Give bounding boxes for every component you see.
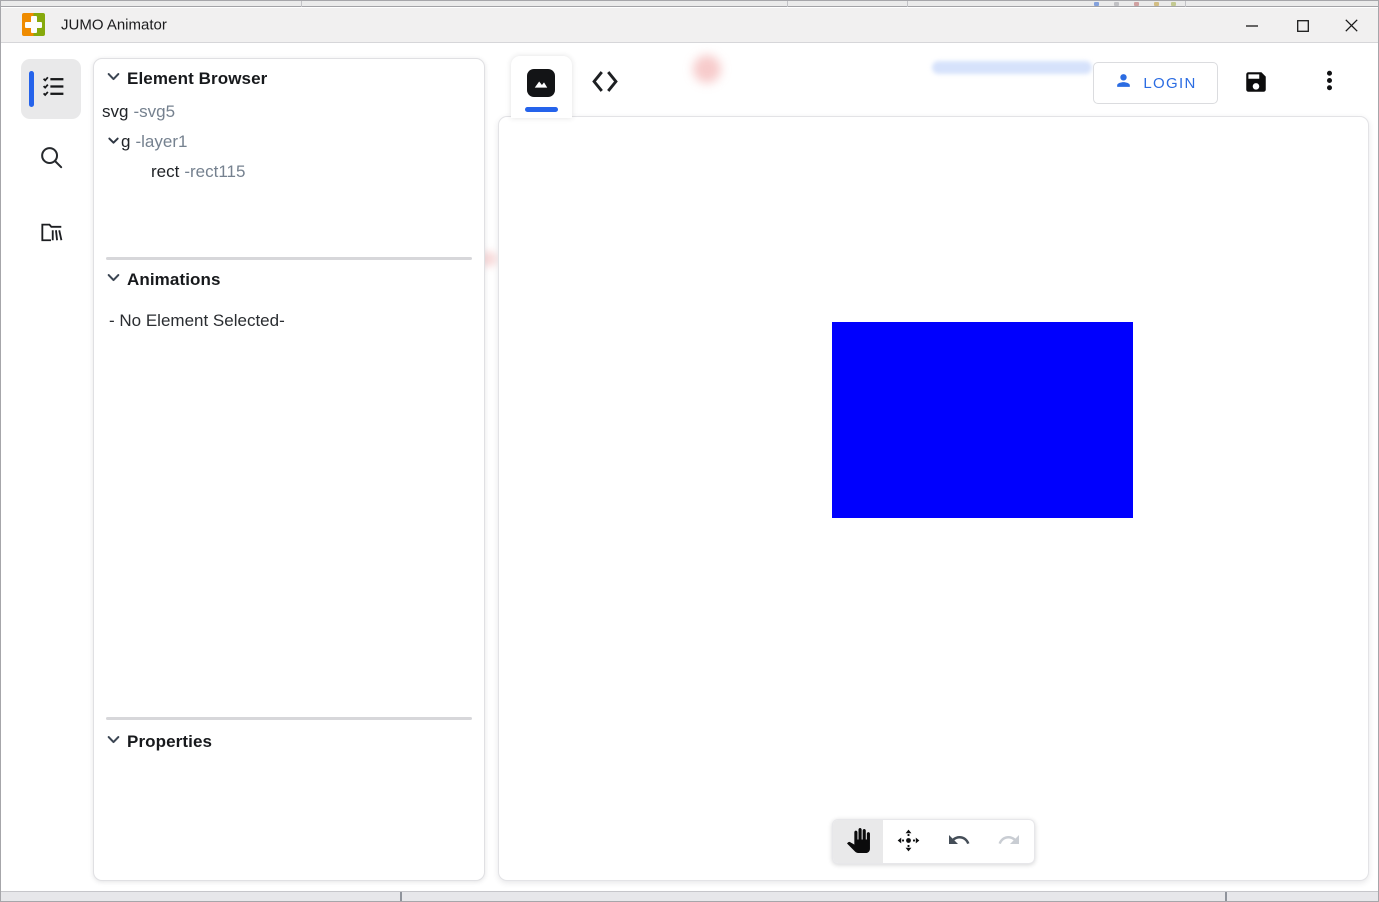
sliver-icon: [1134, 2, 1139, 6]
kebab-menu-icon: [1317, 68, 1342, 98]
strip-divider: [1225, 892, 1227, 901]
pan-tool-button[interactable]: [833, 820, 884, 863]
checklist-icon: [36, 74, 67, 104]
app-plus-logo-icon: [22, 13, 45, 36]
tree-node-tag: g: [121, 132, 131, 151]
chevron-down-icon: [107, 132, 120, 152]
svg-rect-element[interactable]: [832, 322, 1133, 518]
animations-empty-text: - No Element Selected-: [109, 311, 285, 330]
tree-node-g[interactable]: g -layer1: [107, 130, 187, 154]
animations-title: Animations: [127, 270, 221, 289]
canvas-toolbar: [832, 819, 1035, 864]
tab-code-view[interactable]: [586, 66, 624, 102]
sliver-icon: [1114, 2, 1119, 6]
undo-icon: [947, 828, 971, 855]
sidebar-item-search[interactable]: [21, 130, 81, 190]
element-browser-title: Element Browser: [127, 69, 268, 88]
sliver-icon: [1171, 2, 1176, 6]
move-arrows-icon: [896, 828, 921, 856]
tree-node-tag: svg: [102, 102, 129, 121]
login-button[interactable]: LOGIN: [1093, 62, 1218, 104]
animations-header[interactable]: Animations: [106, 270, 221, 290]
tree-node-id: -svg5: [133, 102, 176, 121]
redo-icon: [997, 828, 1021, 855]
login-label: LOGIN: [1143, 74, 1197, 92]
background-artifact: [932, 61, 1092, 74]
background-artifact: [693, 55, 721, 83]
window-title: JUMO Animator: [61, 16, 167, 34]
background-app-sliver: [1, 1, 1378, 7]
save-icon: [1243, 69, 1269, 100]
sliver-icon: [1094, 2, 1099, 6]
hand-icon: [846, 827, 871, 856]
chevron-down-icon: [106, 270, 121, 290]
kebab-menu-button[interactable]: [1316, 70, 1342, 96]
sidebar-rail: [1, 44, 93, 889]
strip-divider: [400, 892, 402, 901]
sliver-divider: [1185, 1, 1186, 7]
search-icon: [38, 144, 65, 176]
section-divider: [106, 717, 472, 720]
tree-node-tag: rect: [151, 162, 180, 181]
properties-header[interactable]: Properties: [106, 732, 212, 752]
tree-node-id: -rect115: [184, 162, 246, 181]
maximize-button[interactable]: [1280, 8, 1326, 43]
save-button[interactable]: [1241, 69, 1271, 99]
undo-button[interactable]: [934, 820, 984, 863]
chevron-down-icon: [106, 69, 121, 89]
section-divider: [106, 257, 472, 260]
app-window: JUMO Animator Element Browser svg -svg5 …: [0, 0, 1379, 902]
minimize-icon: [1246, 24, 1258, 27]
maximize-icon: [1297, 19, 1309, 32]
folder-library-icon: [37, 219, 65, 250]
sliver-divider: [301, 1, 302, 7]
close-icon: [1344, 19, 1358, 32]
chevron-down-icon: [106, 732, 121, 752]
sidebar-item-library[interactable]: [21, 204, 81, 264]
tree-node-id: -layer1: [135, 132, 188, 151]
tab-canvas-view[interactable]: [511, 56, 572, 118]
image-icon: [527, 69, 555, 97]
code-icon: [589, 68, 621, 100]
sliver-divider: [907, 1, 908, 7]
background-app-strip: [1, 891, 1378, 901]
minimize-button[interactable]: [1229, 8, 1275, 43]
move-tool-button[interactable]: [883, 820, 933, 863]
titlebar: JUMO Animator: [1, 8, 1378, 43]
active-indicator: [29, 71, 34, 107]
canvas-area[interactable]: [498, 116, 1369, 881]
element-browser-panel: Element Browser svg -svg5 g -layer1 rect -r…: [93, 58, 485, 881]
close-button[interactable]: [1328, 8, 1374, 43]
sidebar-item-elements[interactable]: [21, 59, 81, 119]
redo-button[interactable]: [984, 820, 1034, 863]
element-browser-header[interactable]: Element Browser: [106, 69, 267, 89]
sliver-icon: [1154, 2, 1159, 6]
active-tab-indicator: [525, 107, 558, 112]
properties-title: Properties: [127, 732, 213, 751]
tree-node-svg[interactable]: svg -svg5: [102, 100, 175, 124]
sliver-divider: [787, 1, 788, 7]
person-icon: [1114, 71, 1133, 95]
tree-node-rect[interactable]: rect -rect115: [151, 160, 245, 184]
